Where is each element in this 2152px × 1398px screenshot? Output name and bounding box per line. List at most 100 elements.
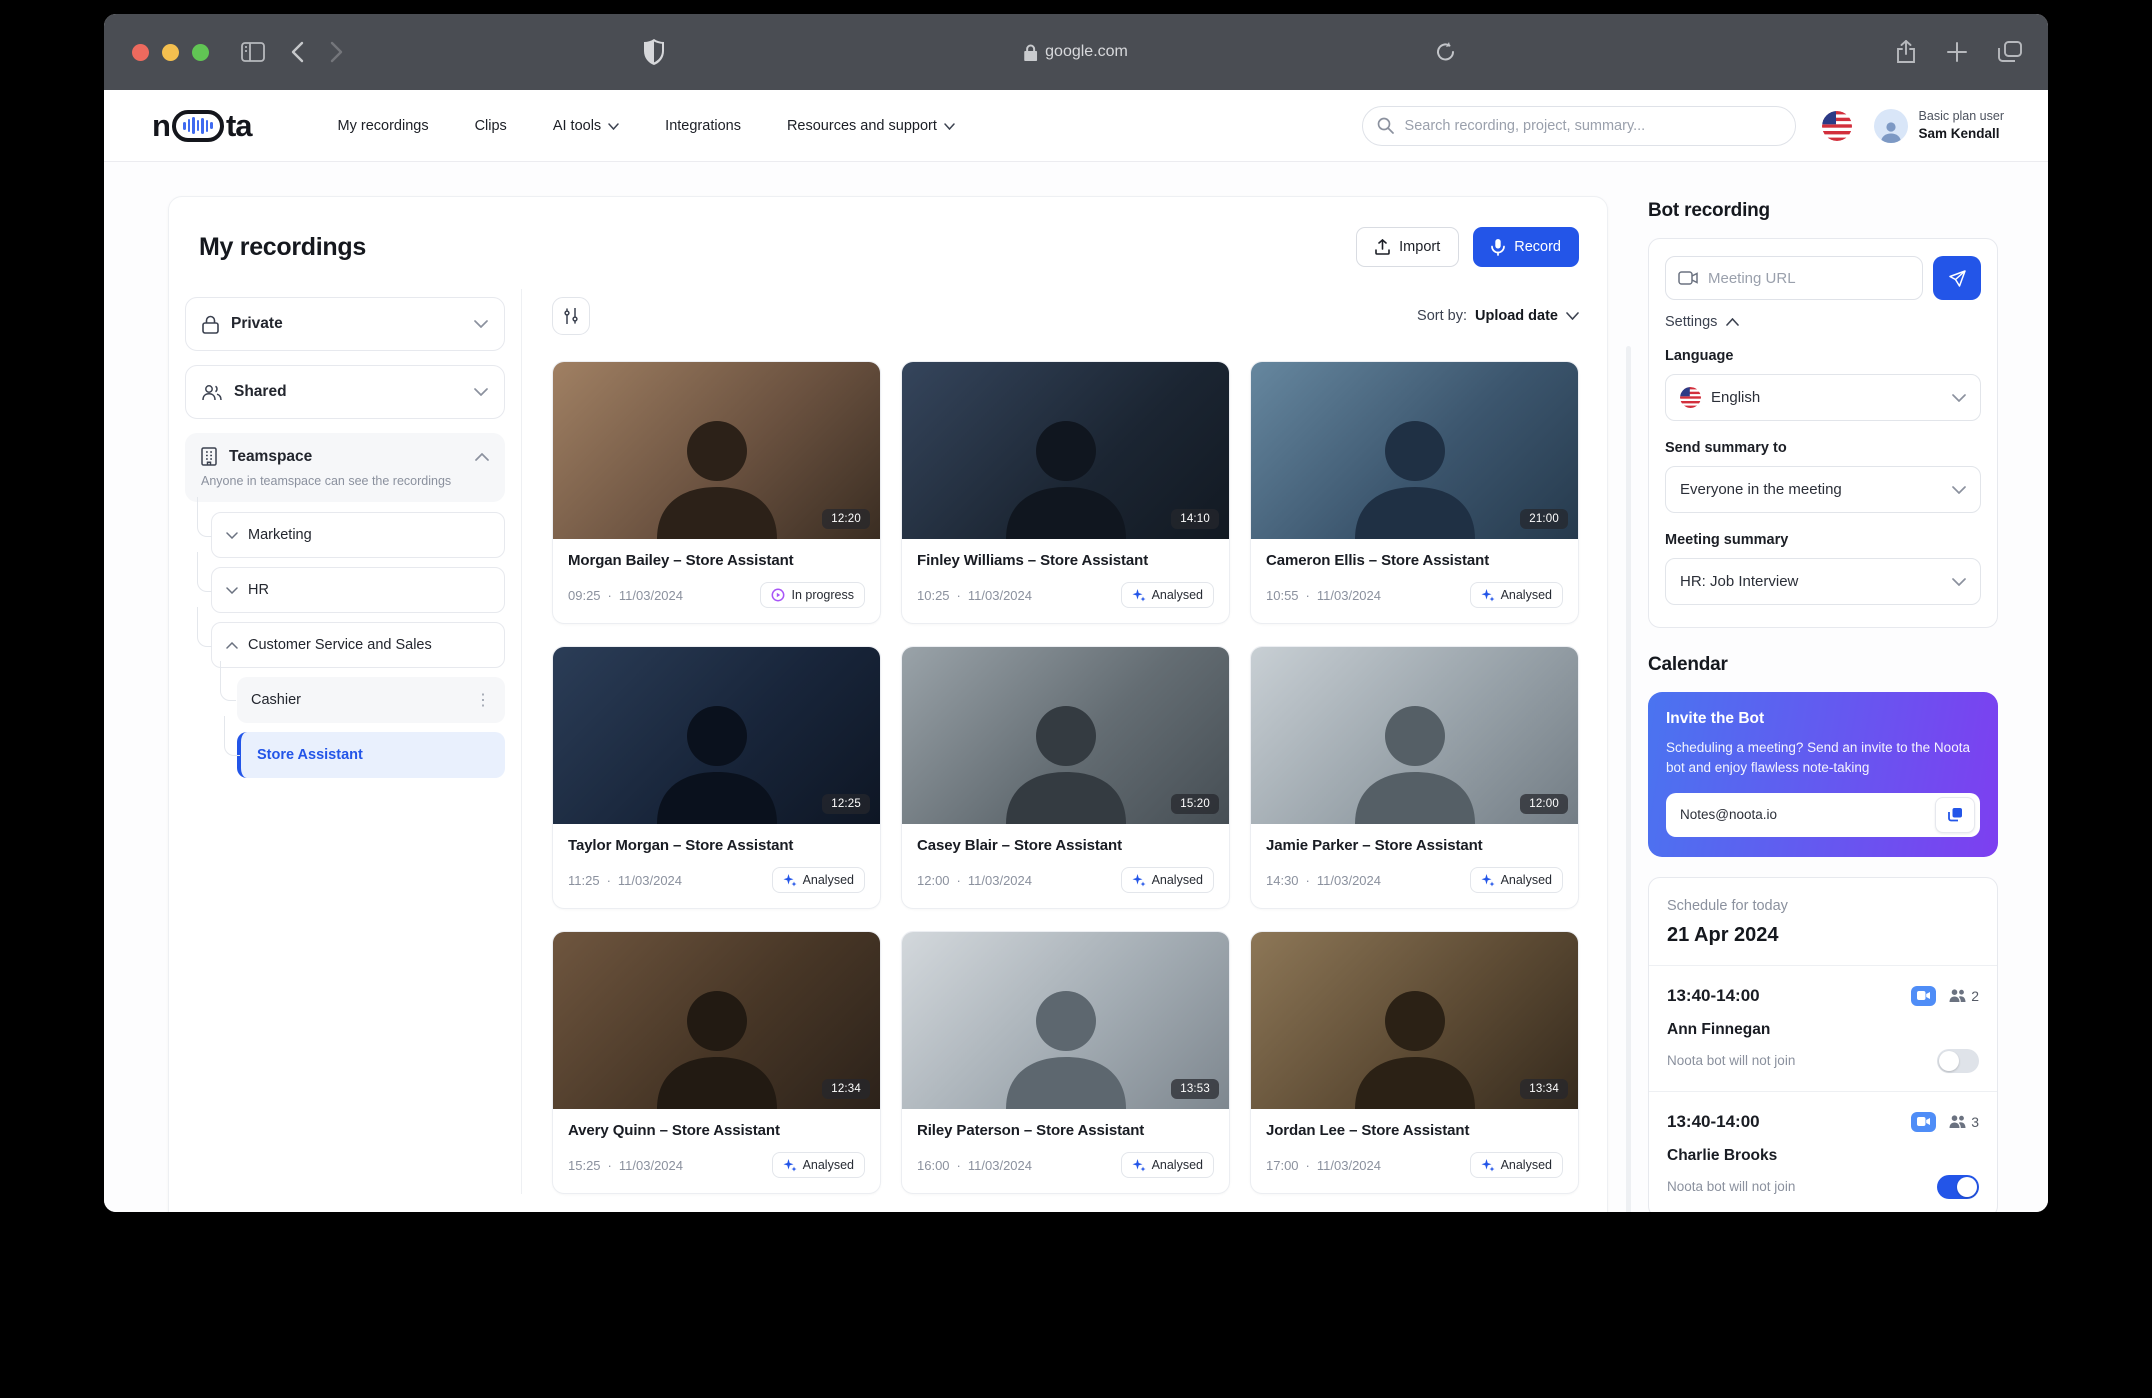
folder-tree-item[interactable]: Marketing (211, 512, 505, 558)
noota-logo[interactable]: n ta (152, 108, 252, 144)
meeting-summary-select[interactable]: HR: Job Interview (1665, 558, 1981, 605)
bot-join-note: Noota bot will not join (1667, 1179, 1795, 1194)
close-button[interactable] (132, 44, 149, 61)
sidebar-item-shared[interactable]: Shared (185, 365, 505, 419)
recording-card[interactable]: 13:34 Jordan Lee – Store Assistant 17:00… (1250, 931, 1579, 1194)
send-summary-select[interactable]: Everyone in the meeting (1665, 466, 1981, 513)
video-meeting-icon (1911, 986, 1936, 1006)
copy-email-button[interactable] (1935, 797, 1975, 833)
back-button-icon[interactable] (291, 41, 304, 63)
recording-card[interactable]: 12:20 Morgan Bailey – Store Assistant 09… (552, 361, 881, 624)
new-tab-icon[interactable] (1946, 41, 1968, 63)
bot-email-field[interactable]: Notes@noota.io (1666, 793, 1980, 837)
recording-card[interactable]: 14:10 Finley Williams – Store Assistant … (901, 361, 1230, 624)
folder-tree-item[interactable]: Customer Service and Sales (211, 622, 505, 668)
bot-join-toggle[interactable] (1937, 1049, 1979, 1073)
import-button[interactable]: Import (1356, 227, 1459, 267)
address-bar[interactable]: google.com (1024, 14, 1128, 90)
recording-card[interactable]: 13:53 Riley Paterson – Store Assistant 1… (901, 931, 1230, 1194)
bot-email-value: Notes@noota.io (1680, 807, 1935, 822)
recording-time: 10:55 (1266, 588, 1299, 603)
sort-control[interactable]: Sort by: Upload date (1417, 308, 1579, 324)
sidebar-item-private[interactable]: Private (185, 297, 505, 351)
more-options-icon[interactable]: ⋮ (475, 690, 491, 710)
settings-toggle[interactable]: Settings (1665, 314, 1981, 330)
search-box (1362, 106, 1796, 146)
sidebar-item-teamspace[interactable]: Teamspace Anyone in teamspace can see th… (185, 433, 505, 502)
status-badge: Analysed (1470, 867, 1563, 893)
recording-thumbnail: 12:20 (553, 362, 880, 539)
language-select[interactable]: English (1665, 374, 1981, 421)
recording-thumbnail: 21:00 (1251, 362, 1578, 539)
status-label: In progress (791, 588, 854, 602)
nav-item[interactable]: Resources and support (787, 118, 955, 134)
filter-sliders-icon (564, 308, 578, 324)
nav-item[interactable]: AI tools (553, 118, 619, 134)
nav-item[interactable]: Clips (475, 118, 507, 134)
nav-item[interactable]: My recordings (338, 118, 429, 134)
send-summary-label: Send summary to (1665, 440, 1981, 456)
recording-card[interactable]: 12:34 Avery Quinn – Store Assistant 15:2… (552, 931, 881, 1194)
privacy-shield-icon[interactable] (644, 39, 664, 65)
folder-tree-subitem[interactable]: Cashier ⋮ (237, 677, 505, 723)
recording-title: Jordan Lee – Store Assistant (1266, 1122, 1563, 1139)
chevron-down-icon (226, 582, 238, 598)
recording-card[interactable]: 21:00 Cameron Ellis – Store Assistant 10… (1250, 361, 1579, 624)
share-icon[interactable] (1896, 40, 1916, 64)
minimize-button[interactable] (162, 44, 179, 61)
chevron-down-icon (1952, 481, 1966, 498)
person-photo-placeholder (991, 694, 1141, 824)
duration-badge: 12:34 (822, 1079, 870, 1099)
recording-card[interactable]: 12:25 Taylor Morgan – Store Assistant 11… (552, 646, 881, 909)
recording-thumbnail: 12:00 (1251, 647, 1578, 824)
status-label: Analysed (803, 1158, 854, 1172)
recording-time: 09:25 (568, 588, 601, 603)
recording-title: Jamie Parker – Store Assistant (1266, 837, 1563, 854)
recording-thumbnail: 13:34 (1251, 932, 1578, 1109)
meeting-url-input[interactable]: Meeting URL (1665, 256, 1923, 300)
meeting-summary-label: Meeting summary (1665, 532, 1981, 548)
folder-tree-subitem[interactable]: Store Assistant (237, 732, 505, 778)
recording-date: 11/03/2024 (968, 1158, 1032, 1173)
record-button[interactable]: Record (1473, 227, 1579, 267)
microphone-icon (1491, 238, 1505, 256)
send-bot-button[interactable] (1933, 256, 1981, 300)
sort-value: Upload date (1475, 308, 1558, 324)
person-photo-placeholder (991, 979, 1141, 1109)
language-flag-icon[interactable] (1822, 111, 1852, 141)
sort-label: Sort by: (1417, 308, 1467, 324)
recording-date: 11/03/2024 (1317, 1158, 1381, 1173)
invite-bot-description: Scheduling a meeting? Send an invite to … (1666, 738, 1980, 779)
search-input[interactable] (1362, 106, 1796, 146)
forward-button-icon[interactable] (330, 41, 343, 63)
bot-join-toggle[interactable] (1937, 1175, 1979, 1199)
folder-label: Marketing (248, 527, 312, 543)
attendees-number: 2 (1971, 988, 1979, 1004)
chevron-down-icon (1566, 308, 1579, 324)
tab-overview-icon[interactable] (1998, 41, 2022, 63)
user-menu[interactable]: Basic plan user Sam Kendall (1874, 108, 2004, 143)
folder-label: HR (248, 582, 269, 598)
filter-button[interactable] (552, 297, 590, 335)
chevron-down-icon (1952, 573, 1966, 590)
person-photo-placeholder (1340, 979, 1490, 1109)
calendar-heading: Calendar (1648, 654, 1998, 676)
zoom-button[interactable] (192, 44, 209, 61)
folder-tree-item[interactable]: HR (211, 567, 505, 613)
reload-icon[interactable] (1436, 41, 1456, 63)
duration-badge: 15:20 (1171, 794, 1219, 814)
schedule-label: Schedule for today (1667, 898, 1979, 914)
recording-title: Casey Blair – Store Assistant (917, 837, 1214, 854)
recording-time-date: 10:55·11/03/2024 (1266, 588, 1381, 603)
sparkle-icon (1481, 1158, 1495, 1172)
attendees-number: 3 (1971, 1114, 1979, 1130)
chevron-down-icon (474, 315, 488, 333)
scrollbar[interactable] (1626, 346, 1631, 1212)
recording-card[interactable]: 15:20 Casey Blair – Store Assistant 12:0… (901, 646, 1230, 909)
nav-item[interactable]: Integrations (665, 118, 741, 134)
main-nav: My recordings Clips AI tools Integration… (338, 118, 955, 134)
nav-item-label: Resources and support (787, 118, 937, 134)
recording-card[interactable]: 12:00 Jamie Parker – Store Assistant 14:… (1250, 646, 1579, 909)
in-progress-icon (771, 588, 785, 602)
sidebar-toggle-icon[interactable] (241, 42, 265, 62)
